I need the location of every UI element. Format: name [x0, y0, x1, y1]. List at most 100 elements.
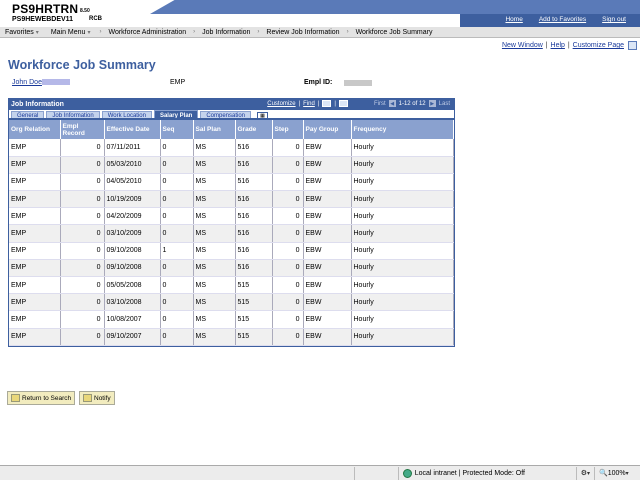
table-cell: 0	[60, 310, 105, 329]
table-cell: 03/10/2009	[104, 224, 161, 243]
previous-page-icon[interactable]: ◀	[388, 100, 396, 107]
table-cell: 0	[60, 224, 105, 243]
redacted-text	[41, 79, 70, 86]
app-version: 8.50	[80, 8, 90, 14]
tool-separator: |	[298, 100, 301, 107]
notify-icon	[83, 394, 92, 402]
zoom-control[interactable]: 🔍 100% ▾	[594, 466, 640, 480]
table-cell: Hourly	[351, 293, 454, 312]
table-cell: 04/05/2010	[104, 173, 161, 192]
table-cell: MS	[193, 190, 236, 209]
breadcrumb-review-job-information[interactable]: Review Job Information	[261, 29, 344, 36]
customize-page-link[interactable]: Customize Page	[573, 42, 624, 49]
download-excel-icon[interactable]	[338, 100, 348, 107]
table-cell: EMP	[9, 276, 61, 295]
table-cell: 09/10/2008	[104, 259, 161, 278]
menu-favorites-label: Favorites	[5, 28, 34, 36]
protected-mode-settings[interactable]: ⚙ ▾	[575, 466, 594, 480]
table-cell: 516	[235, 173, 273, 192]
table-cell: 0	[272, 242, 304, 260]
table-cell: MS	[193, 207, 236, 226]
table-cell: Hourly	[351, 276, 454, 295]
table-cell: MS	[193, 173, 236, 192]
table-cell: 0	[272, 293, 304, 312]
table-cell: 0	[272, 259, 304, 278]
employee-name: John Doe	[12, 79, 42, 86]
top-banner: PS9HRTRN 8.50 PS9HEWEBDEV11 RCB Home Add…	[0, 0, 640, 27]
table-cell: 10/19/2009	[104, 190, 161, 209]
table-cell: Hourly	[351, 259, 454, 278]
table-cell: 0	[60, 259, 105, 278]
table-cell: MS	[193, 224, 236, 243]
breadcrumb-label: Workforce Job Summary	[355, 28, 433, 36]
employee-name-link[interactable]: John Doe	[12, 79, 70, 86]
menu-main-menu-label: Main Menu	[50, 28, 86, 36]
table-cell: EMP	[9, 328, 61, 346]
table-cell: EBW	[303, 173, 352, 192]
table-cell: 07/11/2011	[104, 139, 161, 157]
table-cell: EMP	[9, 259, 61, 278]
column-header: Effective Date	[104, 120, 161, 139]
page-help-icon[interactable]	[628, 41, 637, 50]
table-cell: Hourly	[351, 207, 454, 226]
table-cell: 0	[60, 190, 105, 209]
table-row: EMP 0 07/11/2011 0 MS 516 0 EBW Hourly	[9, 139, 454, 157]
last-link[interactable]: Last	[439, 101, 450, 107]
table-row: EMP 0 05/03/2010 0 MS 516 0 EBW Hourly	[9, 156, 454, 174]
employee-type: EMP	[170, 79, 186, 86]
job-information-grid: Job Information Customize | Find | | Fir…	[8, 98, 455, 347]
status-bar: Local intranet | Protected Mode: Off ⚙ ▾ …	[0, 465, 640, 480]
table-cell: 516	[235, 224, 273, 243]
table-cell: EBW	[303, 276, 352, 295]
emplid-value-redacted	[344, 80, 372, 86]
table-cell: EMP	[9, 224, 61, 243]
find-link[interactable]: Find	[303, 101, 315, 107]
return-to-search-label: Return to Search	[22, 394, 72, 402]
grid-title: Job Information	[11, 101, 64, 108]
view-all-icon[interactable]	[322, 100, 332, 107]
table-cell: Hourly	[351, 190, 454, 209]
table-cell: EBW	[303, 156, 352, 174]
new-window-link[interactable]: New Window	[502, 42, 543, 49]
page-title: Workforce Job Summary	[8, 58, 156, 72]
table-cell: 03/10/2008	[104, 293, 161, 312]
breadcrumb: Favorites ▾ Main Menu ▾ › Workforce Admini…	[0, 27, 640, 38]
table-row: EMP 0 09/10/2007 0 MS 515 0 EBW Hourly	[9, 328, 454, 346]
table-cell: Hourly	[351, 156, 454, 174]
zoom-level: 100%	[607, 469, 626, 477]
table-cell: Hourly	[351, 139, 454, 157]
breadcrumb-job-information[interactable]: Job Information	[197, 29, 255, 36]
menu-favorites[interactable]: Favorites ▾	[0, 29, 46, 36]
first-link[interactable]: First	[374, 101, 386, 107]
notify-button[interactable]: Notify	[79, 391, 115, 405]
breadcrumb-workforce-administration[interactable]: Workforce Administration	[103, 29, 191, 36]
help-link[interactable]: Help	[551, 42, 565, 49]
add-to-favorites-link[interactable]: Add to Favorites	[533, 16, 592, 23]
table-cell: 0	[272, 156, 304, 174]
table-cell: 516	[235, 190, 273, 209]
table-cell: 0	[160, 310, 194, 329]
table-cell: EBW	[303, 293, 352, 312]
table-row: EMP 0 05/05/2008 0 MS 515 0 EBW Hourly	[9, 276, 454, 295]
home-link[interactable]: Home	[499, 16, 528, 23]
table-cell: 0	[272, 224, 304, 243]
customize-grid-link[interactable]: Customize	[267, 101, 295, 107]
sign-out-link[interactable]: Sign out	[596, 16, 632, 23]
table-cell: 516	[235, 259, 273, 278]
table-cell: 0	[272, 310, 304, 329]
grid-tools: Customize | Find | | First ◀ 1-12 of 12 …	[267, 100, 450, 107]
table-cell: 516	[235, 156, 273, 174]
breadcrumb-workforce-job-summary: Workforce Job Summary	[351, 29, 438, 36]
table-cell: 0	[60, 173, 105, 192]
emplid-label: Empl ID:	[304, 79, 333, 86]
return-to-search-button[interactable]: Return to Search	[7, 391, 76, 405]
table-row: EMP 0 04/20/2009 0 MS 516 0 EBW Hourly	[9, 207, 454, 226]
table-cell: EMP	[9, 139, 61, 157]
menu-main-menu[interactable]: Main Menu ▾	[46, 29, 98, 36]
table-cell: 0	[160, 224, 194, 243]
table-row: EMP 0 04/05/2010 0 MS 516 0 EBW Hourly	[9, 173, 454, 192]
link-separator: |	[565, 42, 572, 49]
table-cell: 09/10/2007	[104, 328, 161, 346]
table-row: EMP 0 09/10/2008 1 MS 516 0 EBW Hourly	[9, 242, 454, 260]
next-page-icon[interactable]: ▶	[428, 100, 436, 107]
